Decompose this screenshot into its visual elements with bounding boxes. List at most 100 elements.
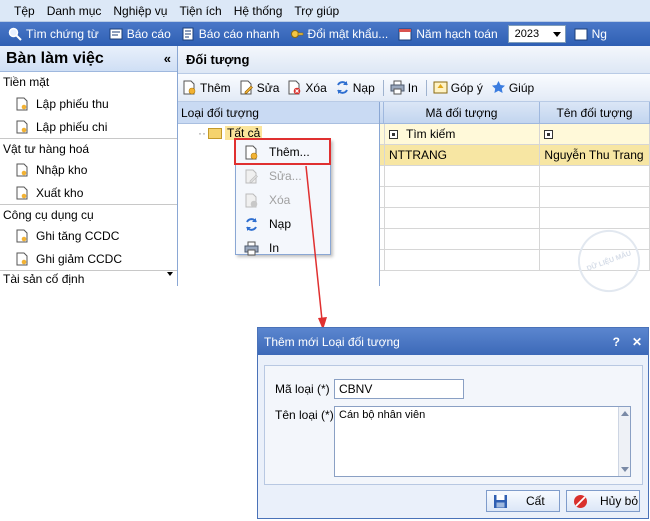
- empty-row: [380, 166, 650, 187]
- empty-row: [380, 187, 650, 208]
- scroll-down-icon[interactable]: [621, 467, 629, 472]
- sidebar-item-stock-out[interactable]: Xuất kho: [0, 181, 177, 204]
- filter-checkbox-icon: [544, 129, 554, 139]
- find-voucher-button[interactable]: Tìm chứng từ: [8, 27, 99, 41]
- column-header-name[interactable]: Tên đối tượng: [540, 102, 650, 123]
- report-label: Báo cáo: [126, 27, 171, 41]
- find-voucher-label: Tìm chứng từ: [26, 27, 99, 41]
- calendar-icon: [574, 28, 588, 41]
- workspace-title: Bàn làm việc: [6, 49, 104, 67]
- calendar-icon: [398, 28, 412, 41]
- sidebar-item-tool-increase[interactable]: Ghi tăng CCDC: [0, 224, 177, 247]
- group-inventory[interactable]: Vật tư hàng hoá: [0, 138, 177, 158]
- group-inventory-label: Vật tư hàng hoá: [3, 141, 90, 156]
- menu-system[interactable]: Hệ thống: [228, 4, 289, 18]
- quick-report-button[interactable]: Báo cáo nhanh: [181, 27, 280, 41]
- collapse-icon[interactable]: «: [164, 51, 171, 66]
- scroll-up-icon[interactable]: [621, 411, 629, 416]
- report-button[interactable]: Báo cáo: [109, 27, 171, 41]
- feedback-icon: [433, 81, 448, 94]
- sidebar-item-label: Ghi giảm CCDC: [36, 251, 123, 266]
- code-value: CBNV: [339, 382, 373, 396]
- name-label: Tên loại (*): [275, 408, 334, 422]
- highlight-box: [234, 138, 331, 165]
- cell-name[interactable]: Nguyễn Thu Trang: [540, 145, 650, 165]
- dialog-form: Mã loại (*) CBNV Tên loại (*) Cán bộ nhâ…: [264, 365, 643, 485]
- sidebar-item-tool-decrease[interactable]: Ghi giảm CCDC: [0, 247, 177, 270]
- sidebar-item-receipt[interactable]: Lập phiếu thu: [0, 92, 177, 115]
- cancel-button[interactable]: Hủy bỏ: [566, 490, 640, 512]
- name-textarea[interactable]: Cán bộ nhân viên: [334, 406, 631, 477]
- save-button[interactable]: Cất: [486, 490, 560, 512]
- sidebar-item-label: Nhập kho: [36, 162, 88, 177]
- edit-icon: [240, 80, 253, 95]
- document-icon: [16, 252, 28, 265]
- toolbar-separator: [382, 79, 384, 96]
- sidebar-item-label: Ghi tăng CCDC: [36, 228, 120, 243]
- cancel-label: Hủy bỏ: [600, 494, 639, 508]
- context-refresh-label: Nạp: [269, 217, 292, 231]
- menu-file[interactable]: Tệp: [8, 4, 41, 18]
- cell-code[interactable]: NTTRANG: [385, 145, 541, 165]
- sidebar-item-payment[interactable]: Lập phiếu chi: [0, 115, 177, 138]
- group-cash[interactable]: Tiền mặt: [0, 72, 177, 92]
- chevron-down-icon: [552, 31, 561, 37]
- tree-header: Loại đối tượng: [178, 102, 379, 124]
- menu-operations[interactable]: Nghiệp vụ: [107, 4, 173, 18]
- help-icon: [491, 81, 505, 93]
- edit-button-label: Sửa: [256, 80, 280, 95]
- delete-icon: [288, 80, 301, 95]
- name-value: Cán bộ nhân viên: [339, 409, 426, 421]
- context-refresh[interactable]: Nạp: [236, 212, 330, 236]
- help-button-label: Giúp: [508, 80, 535, 95]
- filter-row: Tìm kiếm: [380, 124, 650, 145]
- print-button[interactable]: In: [390, 80, 418, 95]
- refresh-button[interactable]: Nạp: [335, 80, 375, 95]
- toolbar-overflow-item[interactable]: Ng: [574, 27, 607, 41]
- column-header-code[interactable]: Mã đối tượng: [384, 102, 540, 123]
- add-doc-icon: [183, 80, 196, 95]
- scroll-down-icon[interactable]: [167, 272, 173, 276]
- group-cash-label: Tiền mặt: [3, 75, 50, 89]
- workspace-panel: Bàn làm việc « Tiền mặt Lập phiếu thu Lậ…: [0, 46, 178, 286]
- filter-name-input[interactable]: [540, 124, 650, 144]
- toolbar-overflow-label: Ng: [591, 27, 607, 41]
- close-icon[interactable]: ✕: [632, 335, 642, 349]
- sidebar-item-stock-in[interactable]: Nhập kho: [0, 158, 177, 181]
- quick-report-icon: [182, 27, 194, 41]
- object-toolbar: Thêm Sửa Xóa Nạp In Góp ý Giúp: [178, 74, 650, 102]
- code-input[interactable]: CBNV: [334, 379, 464, 399]
- document-icon: [16, 163, 28, 176]
- menu-help[interactable]: Trợ giúp: [288, 4, 345, 18]
- filter-checkbox-icon: [389, 129, 398, 139]
- group-fixed-assets[interactable]: Tài sản cố định: [0, 270, 177, 286]
- object-panel-title: Đối tượng: [178, 46, 650, 74]
- dialog-title-bar: Thêm mới Loại đối tượng ? ✕: [258, 328, 648, 355]
- fiscal-year-text: Năm hạch toán: [416, 27, 498, 41]
- help-button[interactable]: Giúp: [491, 80, 534, 95]
- filter-code-input[interactable]: Tìm kiếm: [385, 124, 541, 144]
- context-print[interactable]: In: [236, 236, 330, 260]
- context-edit: Sửa...: [236, 164, 330, 188]
- context-delete-label: Xóa: [269, 193, 291, 207]
- menu-catalog[interactable]: Danh mục: [41, 4, 108, 18]
- dialog-title: Thêm mới Loại đối tượng: [264, 334, 400, 349]
- group-tools[interactable]: Công cụ dụng cụ: [0, 204, 177, 224]
- watermark-text: DỮ LIỆU MẪU: [585, 249, 633, 273]
- refresh-button-label: Nạp: [352, 80, 375, 95]
- tree-connector: ··: [198, 126, 206, 140]
- textarea-scrollbar[interactable]: [618, 407, 630, 476]
- edit-button[interactable]: Sửa: [239, 80, 280, 95]
- feedback-button[interactable]: Góp ý: [433, 80, 483, 95]
- delete-icon: [245, 193, 258, 207]
- add-button[interactable]: Thêm: [182, 80, 231, 95]
- code-label: Mã loại (*): [275, 382, 330, 396]
- empty-row: [380, 208, 650, 229]
- workspace-title-bar: Bàn làm việc «: [0, 46, 177, 72]
- change-password-button[interactable]: Đổi mật khẩu...: [290, 27, 388, 41]
- delete-button[interactable]: Xóa: [287, 80, 327, 95]
- table-row[interactable]: NTTRANG Nguyễn Thu Trang: [380, 145, 650, 166]
- menu-utilities[interactable]: Tiện ích: [173, 4, 227, 18]
- help-icon[interactable]: ?: [613, 335, 620, 349]
- fiscal-year-select[interactable]: 2023: [507, 25, 566, 43]
